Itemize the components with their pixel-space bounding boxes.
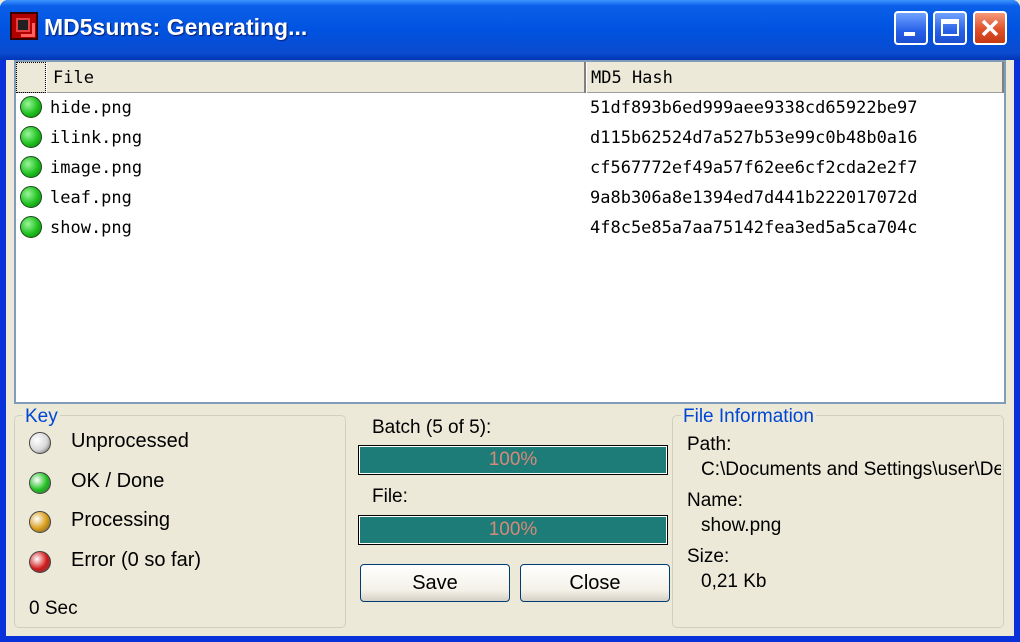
file-progress-label: File: <box>372 486 408 507</box>
ok-icon <box>29 472 51 494</box>
key-label: OK / Done <box>71 470 165 492</box>
maximize-icon <box>941 19 959 36</box>
app-icon[interactable] <box>10 12 38 40</box>
elapsed-time: 0 Sec <box>29 598 78 619</box>
batch-label: Batch (5 of 5): <box>372 417 492 438</box>
close-icon <box>981 19 999 37</box>
list-item[interactable]: show.png 4f8c5e85a7aa75142fea3ed5a5ca704… <box>16 213 1004 243</box>
status-ok-icon <box>20 156 42 178</box>
key-group: Key Unprocessed OK / Done Processing Err… <box>14 406 346 628</box>
status-ok-icon <box>20 216 42 238</box>
path-label: Path: <box>687 434 732 455</box>
file-name: show.png <box>50 218 132 238</box>
column-header-status[interactable] <box>16 62 46 93</box>
list-item[interactable]: hide.png 51df893b6ed999aee9338cd65922be9… <box>16 93 1004 123</box>
key-label: Unprocessed <box>71 430 189 452</box>
batch-progress-bar: 100% <box>358 445 668 475</box>
status-ok-icon <box>20 186 42 208</box>
maximize-button[interactable] <box>933 11 967 45</box>
key-legend: Key <box>23 406 60 428</box>
close-button[interactable]: Close <box>520 564 670 602</box>
app-window: MD5sums: Generating... File MD5 Hash hid… <box>0 0 1020 642</box>
list-item[interactable]: leaf.png 9a8b306a8e1394ed7d441b222017072… <box>16 183 1004 213</box>
md5-hash: cf567772ef49a57f62ee6cf2cda2e2f7 <box>590 158 918 178</box>
key-label: Processing <box>71 509 170 531</box>
unprocessed-icon <box>29 432 51 454</box>
error-icon <box>29 551 51 573</box>
md5-hash: 9a8b306a8e1394ed7d441b222017072d <box>590 188 918 208</box>
save-button[interactable]: Save <box>360 564 510 602</box>
file-name: leaf.png <box>50 188 132 208</box>
key-label: Error (0 so far) <box>71 549 202 571</box>
path-value: C:\Documents and Settings\user\De <box>701 459 1001 480</box>
list-header: File MD5 Hash <box>16 62 1004 93</box>
size-value: 0,21 Kb <box>701 571 767 592</box>
processing-icon <box>29 511 51 533</box>
list-item[interactable]: image.png cf567772ef49a57f62ee6cf2cda2e2… <box>16 153 1004 183</box>
name-value: show.png <box>701 515 782 536</box>
column-header-hash-label: MD5 Hash <box>591 68 673 88</box>
status-ok-icon <box>20 96 42 118</box>
file-info-group: File Information Path: C:\Documents and … <box>672 406 1004 628</box>
size-label: Size: <box>687 546 730 567</box>
minimize-button[interactable] <box>894 11 928 45</box>
title-bar[interactable]: MD5sums: Generating... <box>0 0 1020 60</box>
minimize-icon <box>904 32 915 36</box>
md5-hash: 4f8c5e85a7aa75142fea3ed5a5ca704c <box>590 218 918 238</box>
file-name: hide.png <box>50 98 132 118</box>
file-progress-text: 100% <box>488 519 538 540</box>
file-progress-bar: 100% <box>358 515 668 545</box>
list-item[interactable]: ilink.png d115b62524d7a527b53e99c0b48b0a… <box>16 123 1004 153</box>
md5-hash: d115b62524d7a527b53e99c0b48b0a16 <box>590 128 918 148</box>
file-info-legend: File Information <box>681 406 816 428</box>
close-window-button[interactable] <box>973 11 1007 45</box>
name-label: Name: <box>687 490 743 511</box>
file-list[interactable]: File MD5 Hash hide.png 51df893b6ed999aee… <box>14 60 1006 404</box>
status-ok-icon <box>20 126 42 148</box>
column-header-hash[interactable]: MD5 Hash <box>586 62 1004 93</box>
batch-progress-text: 100% <box>488 449 538 470</box>
md5-hash: 51df893b6ed999aee9338cd65922be97 <box>590 98 918 118</box>
file-name: image.png <box>50 158 143 178</box>
column-header-file[interactable]: File <box>46 62 586 93</box>
progress-group: Batch (5 of 5): 100% File: 100% Save Clo… <box>352 415 672 628</box>
client-area: File MD5 Hash hide.png 51df893b6ed999aee… <box>6 60 1014 636</box>
file-name: ilink.png <box>50 128 143 148</box>
column-header-file-label: File <box>53 68 94 88</box>
window-title: MD5sums: Generating... <box>44 14 308 40</box>
